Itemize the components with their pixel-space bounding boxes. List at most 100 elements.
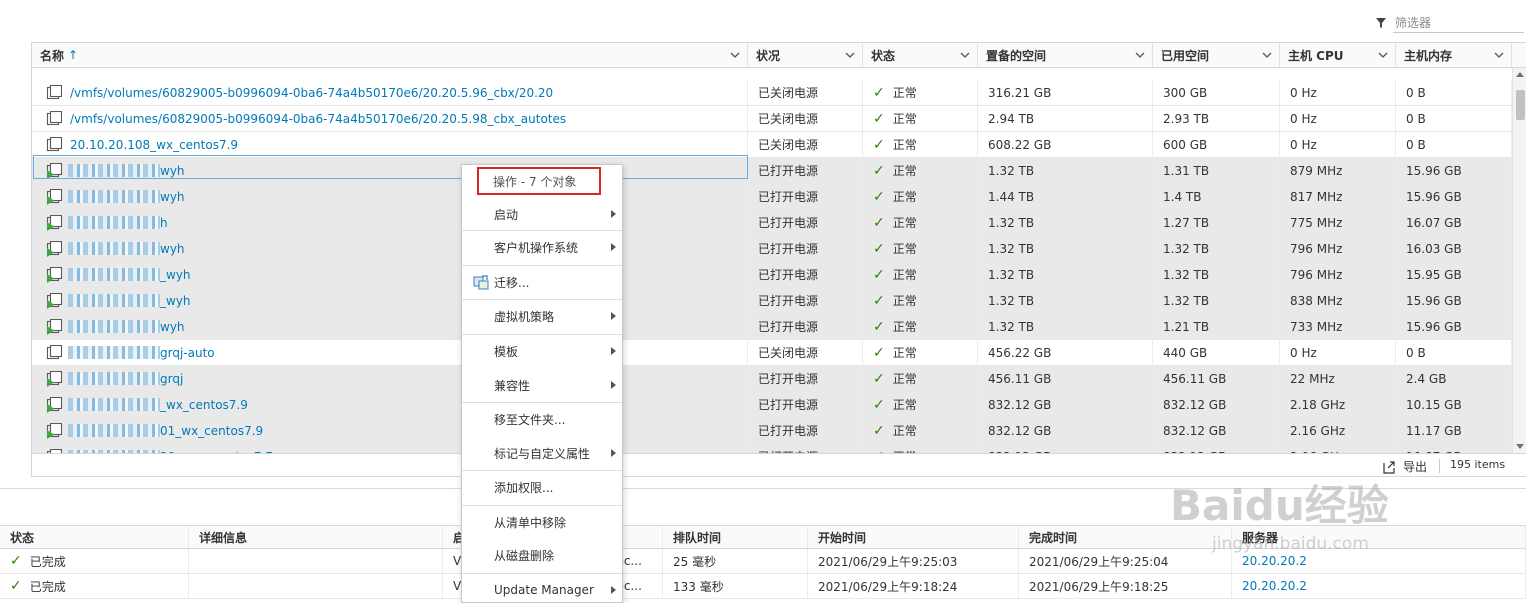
- status-text: 正常: [892, 86, 917, 100]
- tasks-column-end[interactable]: 完成时间: [1019, 526, 1232, 548]
- vm-name-link[interactable]: wyh: [160, 164, 185, 178]
- menu-item[interactable]: 从清单中移除: [462, 509, 622, 535]
- cell-name[interactable]: _wyh: [32, 288, 748, 313]
- menu-item[interactable]: 从磁盘删除: [462, 542, 622, 568]
- vm-icon: [46, 136, 63, 151]
- table-row[interactable]: wyh 已打开电源 ✓ 正常 1.32 TB 1.32 TB 796 MHz 16.03 GB: [32, 236, 1512, 262]
- chevron-down-icon[interactable]: [1262, 50, 1272, 60]
- menu-item[interactable]: 迁移...: [462, 269, 622, 295]
- check-icon: ✓: [873, 162, 885, 179]
- task-row[interactable]: ✓ 已完成 Vbc... 25 毫秒 2021/06/29上午9:25:03 2021/0…: [0, 549, 1526, 574]
- cell-name[interactable]: wyh: [32, 158, 748, 183]
- task-cell-server[interactable]: 20.20.20.2: [1232, 549, 1526, 573]
- chevron-down-icon[interactable]: [960, 50, 970, 60]
- tasks-column-server[interactable]: 服务器: [1232, 526, 1526, 548]
- filter-input[interactable]: [1393, 13, 1524, 33]
- column-header-host-cpu[interactable]: 主机 CPU: [1280, 43, 1396, 67]
- vm-name-link[interactable]: grqj-auto: [160, 346, 215, 360]
- cell-text: 733 MHz: [1290, 319, 1343, 334]
- cell-name[interactable]: wyh: [32, 314, 748, 339]
- scroll-up-icon[interactable]: [1516, 72, 1524, 77]
- table-row[interactable]: _wyh 已打开电源 ✓ 正常 1.32 TB 1.32 TB 796 MHz 15.95 G…: [32, 262, 1512, 288]
- cell-name[interactable]: 01_wx_centos7.9: [32, 418, 748, 443]
- column-header-provisioned-space[interactable]: 置备的空间: [978, 43, 1153, 67]
- sort-ascending-icon[interactable]: ↑: [68, 48, 78, 62]
- menu-item[interactable]: 模板: [462, 338, 622, 364]
- table-row[interactable]: h 已打开电源 ✓ 正常 1.32 TB 1.27 TB 775 MHz 16.07 GB: [32, 210, 1512, 236]
- chevron-down-icon[interactable]: [1494, 50, 1504, 60]
- chevron-down-icon[interactable]: [1378, 50, 1388, 60]
- export-button[interactable]: 导出: [1381, 458, 1427, 475]
- table-row[interactable]: grqj-auto 已关闭电源 ✓ 正常 456.22 GB 440 GB 0 Hz 0 B: [32, 340, 1512, 366]
- column-header-status[interactable]: 状态: [863, 43, 978, 67]
- table-row[interactable]: wyh 已打开电源 ✓ 正常 1.32 TB 1.21 TB 733 MHz 15.96 GB: [32, 314, 1512, 340]
- vertical-scrollbar[interactable]: [1512, 68, 1526, 453]
- scroll-down-icon[interactable]: [1516, 444, 1524, 449]
- column-header-name[interactable]: 名称 ↑: [32, 43, 748, 67]
- table-row[interactable]: 01_wx_centos7.9 已打开电源 ✓ 正常 832.12 GB 832.12 G…: [32, 418, 1512, 444]
- cell-text: 456.11 GB: [988, 371, 1052, 386]
- table-row[interactable]: wyh 已打开电源 ✓ 正常 1.44 TB 1.4 TB 817 MHz 15.96 GB: [32, 184, 1512, 210]
- tasks-column-queued[interactable]: 排队时间: [663, 526, 808, 548]
- redacted-name: [68, 268, 160, 281]
- cell-name[interactable]: grqj: [32, 366, 748, 391]
- vm-name-link[interactable]: h: [160, 216, 168, 230]
- cell-name[interactable]: wyh: [32, 236, 748, 261]
- task-row[interactable]: ✓ 已完成 Vbc... 133 毫秒 2021/06/29上午9:18:24 2021/…: [0, 574, 1526, 599]
- panel-divider[interactable]: [0, 488, 1526, 489]
- vm-name-link[interactable]: _wyh: [160, 268, 191, 282]
- table-row[interactable]: 20.10.20.108_wx_centos7.9 已关闭电源 ✓ 正常 608.22 …: [32, 132, 1512, 158]
- server-link[interactable]: 20.20.20.2: [1242, 554, 1307, 568]
- menu-separator: [462, 334, 622, 335]
- table-row[interactable]: grqj 已打开电源 ✓ 正常 456.11 GB 456.11 GB 22 MHz 2.4 …: [32, 366, 1512, 392]
- cell-name[interactable]: /vmfs/volumes/60829005-b0996094-0ba6-74a…: [32, 80, 748, 105]
- chevron-down-icon[interactable]: [845, 50, 855, 60]
- menu-item[interactable]: 添加权限...: [462, 474, 622, 500]
- vm-name-link[interactable]: _wyh: [160, 294, 191, 308]
- cell-cpu: 22 MHz: [1280, 366, 1396, 391]
- task-cell-server[interactable]: 20.20.20.2: [1232, 574, 1526, 598]
- cell-name[interactable]: grqj-auto: [32, 340, 748, 365]
- cell-name[interactable]: 20.__wx_centos7.7: [32, 444, 748, 453]
- vm-name-link[interactable]: wyh: [160, 190, 185, 204]
- table-row[interactable]: /vmfs/volumes/60829005-b0996094-0ba6-74a…: [32, 80, 1512, 106]
- cell-name[interactable]: 20.10.20.108_wx_centos7.9: [32, 132, 748, 157]
- vm-name-link[interactable]: wyh: [160, 242, 185, 256]
- column-header-power-state[interactable]: 状况: [748, 43, 863, 67]
- chevron-down-icon[interactable]: [1135, 50, 1145, 60]
- menu-item[interactable]: 虚拟机策略: [462, 303, 622, 329]
- menu-item[interactable]: 启动: [462, 201, 622, 227]
- scrollbar-thumb[interactable]: [1516, 90, 1525, 120]
- menu-item[interactable]: 兼容性: [462, 372, 622, 398]
- table-row[interactable]: /vmfs/volumes/60829005-b0996094-0ba6-74a…: [32, 106, 1512, 132]
- tasks-column-details[interactable]: 详细信息: [189, 526, 443, 548]
- table-row[interactable]: _wyh 已打开电源 ✓ 正常 1.32 TB 1.32 TB 838 MHz 15.96 G…: [32, 288, 1512, 314]
- filter-icon[interactable]: [1372, 14, 1390, 32]
- menu-item[interactable]: 移至文件夹...: [462, 406, 622, 432]
- cell-name[interactable]: /vmfs/volumes/60829005-b0996094-0ba6-74a…: [32, 106, 748, 131]
- menu-item[interactable]: Update Manager: [462, 577, 622, 602]
- table-row[interactable]: wyh 已打开电源 ✓ 正常 1.32 TB 1.31 TB 879 MHz 15.96 GB: [32, 158, 1512, 184]
- menu-item[interactable]: 标记与自定义属性: [462, 440, 622, 466]
- cell-name[interactable]: wyh: [32, 184, 748, 209]
- table-row[interactable]: 20.__wx_centos7.7已打开电源✓正常832.12 GB832.12…: [32, 444, 1512, 453]
- vm-name-link[interactable]: /vmfs/volumes/60829005-b0996094-0ba6-74a…: [70, 86, 553, 100]
- column-header-used-space[interactable]: 已用空间: [1153, 43, 1280, 67]
- cell-name[interactable]: _wyh: [32, 262, 748, 287]
- cell-name[interactable]: _wx_centos7.9: [32, 392, 748, 417]
- chevron-down-icon[interactable]: [730, 50, 740, 60]
- server-link[interactable]: 20.20.20.2: [1242, 579, 1307, 593]
- menu-item[interactable]: 客户机操作系统: [462, 234, 622, 260]
- vm-name-link[interactable]: wyh: [160, 320, 185, 334]
- cell-text: 已打开电源: [758, 398, 819, 412]
- cell-name[interactable]: h: [32, 210, 748, 235]
- tasks-column-start[interactable]: 开始时间: [808, 526, 1019, 548]
- column-header-host-memory[interactable]: 主机内存: [1396, 43, 1512, 67]
- vm-name-link[interactable]: _wx_centos7.9: [160, 398, 248, 412]
- vm-name-link[interactable]: 20.10.20.108_wx_centos7.9: [70, 138, 238, 152]
- vm-name-link[interactable]: grqj: [160, 372, 183, 386]
- vm-name-link[interactable]: 01_wx_centos7.9: [160, 424, 263, 438]
- vm-name-link[interactable]: /vmfs/volumes/60829005-b0996094-0ba6-74a…: [70, 112, 566, 126]
- table-row[interactable]: _wx_centos7.9 已打开电源 ✓ 正常 832.12 GB 832.12 GB 2…: [32, 392, 1512, 418]
- tasks-column-status[interactable]: 状态: [0, 526, 189, 548]
